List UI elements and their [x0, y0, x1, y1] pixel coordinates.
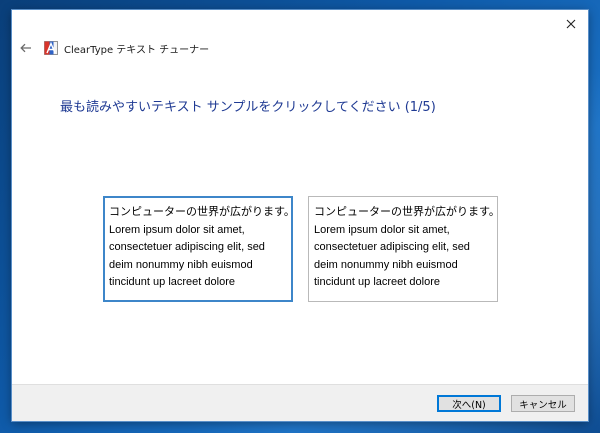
window-header: ClearType テキスト チューナー: [18, 38, 209, 58]
sample-1-line-3: consectetuer adipiscing elit, sed: [109, 241, 265, 254]
sample-1-line-4: deim nonummy nibh euismod: [109, 258, 253, 271]
text-sample-1[interactable]: コンピューターの世界が広がります。 Lorem ipsum dolor sit …: [103, 196, 293, 302]
instruction-text: 最も読みやすいテキスト サンプルをクリックしてください (1/5): [60, 100, 436, 115]
sample-2-line-5: tincidunt up lacreet dolore: [314, 276, 440, 289]
sample-2-line-4: deim nonummy nibh euismod: [314, 258, 458, 271]
cleartype-tuner-window: ClearType テキスト チューナー 最も読みやすいテキスト サンプルをクリ…: [12, 10, 588, 421]
sample-1-line-2: Lorem ipsum dolor sit amet,: [109, 223, 245, 236]
back-arrow-icon: [20, 43, 31, 53]
cancel-button[interactable]: キャンセル: [511, 395, 575, 412]
sample-1-line-1: コンピューターの世界が広がります。: [109, 206, 293, 218]
sample-1-line-5: tincidunt up lacreet dolore: [109, 276, 235, 289]
sample-2-line-3: consectetuer adipiscing elit, sed: [314, 241, 470, 254]
close-icon: [566, 19, 576, 29]
sample-2-line-2: Lorem ipsum dolor sit amet,: [314, 223, 450, 236]
footer-bar: 次へ(N) キャンセル: [12, 384, 588, 421]
text-sample-2[interactable]: コンピューターの世界が広がります。 Lorem ipsum dolor sit …: [308, 196, 498, 302]
back-button[interactable]: [18, 40, 34, 56]
next-button[interactable]: 次へ(N): [437, 395, 501, 412]
cleartype-app-icon: [44, 41, 58, 55]
close-button[interactable]: [560, 14, 582, 34]
app-title: ClearType テキスト チューナー: [64, 44, 210, 56]
sample-2-line-1: コンピューターの世界が広がります。: [314, 206, 498, 218]
